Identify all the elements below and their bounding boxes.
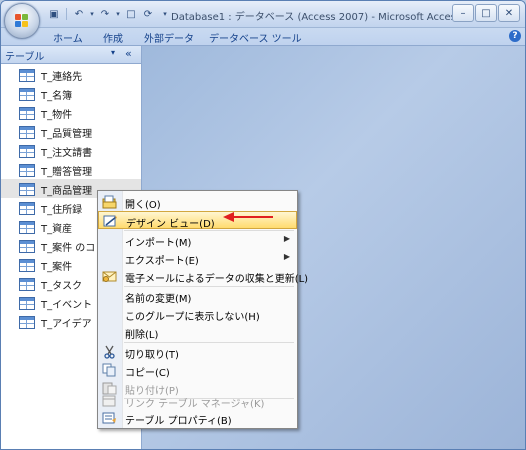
link-table-icon xyxy=(102,395,116,407)
menu-item-label: このグループに表示しない(H) xyxy=(125,312,260,323)
menu-item-export[interactable]: エクスポート(E) ▶ xyxy=(98,249,297,267)
nav-item-t-bukken[interactable]: T_物件 xyxy=(1,103,141,122)
menu-item-label: インポート(M) xyxy=(125,238,192,249)
menu-item-label: 開く(O) xyxy=(125,200,161,211)
menu-item-label: 名前の変更(M) xyxy=(125,294,192,305)
table-icon xyxy=(19,240,35,253)
menu-item-hide-in-group[interactable]: このグループに表示しない(H) xyxy=(98,305,297,323)
minimize-icon: – xyxy=(460,7,466,19)
context-menu: 開く(O) デザイン ビュー(D) インポート(M) ▶ エクスポート(E) ▶… xyxy=(97,190,308,429)
table-icon xyxy=(19,278,35,291)
nav-item-label: T_アイデア xyxy=(41,319,92,330)
open-icon xyxy=(102,195,117,209)
table-icon xyxy=(19,145,35,158)
office-button[interactable] xyxy=(4,3,40,39)
undo-dropdown-icon[interactable]: ▾ xyxy=(89,7,95,21)
menu-item-table-properties[interactable]: テーブル プロパティ(B) xyxy=(98,409,297,427)
scissors-icon xyxy=(104,345,115,359)
save-icon[interactable]: ▣ xyxy=(47,7,61,21)
table-icon xyxy=(19,221,35,234)
qat-separator xyxy=(66,8,67,20)
undo-icon[interactable]: ↶ xyxy=(72,7,86,21)
tab-create[interactable]: 作成 xyxy=(103,30,123,45)
nav-item-label: T_住所録 xyxy=(41,205,83,216)
nav-item-label: T_資産 xyxy=(41,224,73,235)
redo-icon[interactable]: ↷ xyxy=(98,7,112,21)
annotation-arrow-icon xyxy=(223,212,273,222)
nav-item-label: T_連絡先 xyxy=(41,72,83,83)
menu-item-label: 電子メールによるデータの収集と更新(L) xyxy=(125,274,309,285)
submenu-arrow-icon: ▶ xyxy=(283,252,290,261)
window-title: Database1 : データベース (Access 2007) - Micro… xyxy=(171,12,462,23)
help-icon[interactable]: ? xyxy=(509,30,521,42)
title-bar: ▣ ↶ ▾ ↷ ▾ □ ⟳ ▾ Database1 : データベース (Acce… xyxy=(1,1,525,28)
nav-item-t-chumon-ukesho[interactable]: T_注文請書 xyxy=(1,141,141,160)
quick-access-toolbar: ▣ ↶ ▾ ↷ ▾ □ ⟳ ▾ xyxy=(47,6,172,22)
table-icon xyxy=(19,69,35,82)
minimize-button[interactable]: – xyxy=(452,4,474,22)
nav-item-label: T_品質管理 xyxy=(41,129,93,140)
refresh-icon[interactable]: ⟳ xyxy=(141,7,155,21)
menu-item-email-collect[interactable]: 電子メールによるデータの収集と更新(L) xyxy=(98,267,308,285)
nav-item-t-meibo[interactable]: T_名簿 xyxy=(1,84,141,103)
properties-icon xyxy=(102,412,116,424)
chevron-down-icon[interactable]: ▾ xyxy=(111,48,115,57)
nav-item-label: T_注文請書 xyxy=(41,148,93,159)
nav-item-t-renrakusaki[interactable]: T_連絡先 xyxy=(1,65,141,84)
menu-item-import[interactable]: インポート(M) ▶ xyxy=(98,231,297,249)
menu-item-rename[interactable]: 名前の変更(M) xyxy=(98,287,297,305)
menu-item-label: 削除(L) xyxy=(125,330,159,341)
menu-item-label: デザイン ビュー(D) xyxy=(126,219,215,230)
table-icon xyxy=(19,259,35,272)
office-logo-icon xyxy=(15,14,29,28)
close-icon: ✕ xyxy=(504,7,514,19)
maximize-button[interactable]: □ xyxy=(475,4,497,22)
maximize-icon: □ xyxy=(481,7,491,19)
tab-database-tools[interactable]: データベース ツール xyxy=(209,30,302,45)
navigation-pane-header[interactable]: テーブル ▾ « xyxy=(1,46,141,64)
menu-item-label: リンク テーブル マネージャ(K) xyxy=(125,399,265,410)
nav-item-t-zoto-kanri[interactable]: T_贈答管理 xyxy=(1,160,141,179)
menu-item-label: コピー(C) xyxy=(125,368,170,379)
menu-item-delete[interactable]: 削除(L) xyxy=(98,323,297,341)
nav-item-label: T_タスク xyxy=(41,281,83,292)
ribbon-tabs: ホーム 作成 外部データ データベース ツール ? xyxy=(1,28,525,46)
close-button[interactable]: ✕ xyxy=(498,4,520,22)
tab-home[interactable]: ホーム xyxy=(53,30,83,45)
nav-item-label: T_名簿 xyxy=(41,91,73,102)
menu-item-label: 切り取り(T) xyxy=(125,350,179,361)
menu-item-label: エクスポート(E) xyxy=(125,256,199,267)
table-icon xyxy=(19,88,35,101)
redo-dropdown-icon[interactable]: ▾ xyxy=(115,7,121,21)
submenu-arrow-icon: ▶ xyxy=(283,234,290,243)
nav-item-t-hinshitsu-kanri[interactable]: T_品質管理 xyxy=(1,122,141,141)
customize-qat-icon[interactable]: ▾ xyxy=(158,7,172,21)
menu-item-label: テーブル プロパティ(B) xyxy=(125,416,232,427)
new-document-icon[interactable]: □ xyxy=(124,7,138,21)
table-icon xyxy=(19,183,35,196)
table-icon xyxy=(19,164,35,177)
nav-item-label: T_案件 xyxy=(41,262,73,273)
copy-icon xyxy=(102,363,116,377)
table-icon xyxy=(19,202,35,215)
menu-item-open[interactable]: 開く(O) xyxy=(98,193,297,211)
menu-item-cut[interactable]: 切り取り(T) xyxy=(98,343,297,361)
nav-item-label: T_贈答管理 xyxy=(41,167,93,178)
tab-external-data[interactable]: 外部データ xyxy=(144,30,194,45)
table-icon xyxy=(19,297,35,310)
nav-item-label: T_商品管理 xyxy=(41,186,93,197)
table-icon xyxy=(19,126,35,139)
nav-item-label: T_物件 xyxy=(41,110,73,121)
email-icon xyxy=(102,271,117,282)
navigation-pane-title: テーブル xyxy=(5,52,45,63)
collapse-pane-icon[interactable]: « xyxy=(125,47,132,60)
table-icon xyxy=(19,316,35,329)
menu-item-copy[interactable]: コピー(C) xyxy=(98,361,297,379)
design-view-icon xyxy=(103,215,117,227)
menu-item-linked-table-manager[interactable]: リンク テーブル マネージャ(K) xyxy=(98,392,297,410)
nav-item-label: T_イベント xyxy=(41,300,93,311)
table-icon xyxy=(19,107,35,120)
